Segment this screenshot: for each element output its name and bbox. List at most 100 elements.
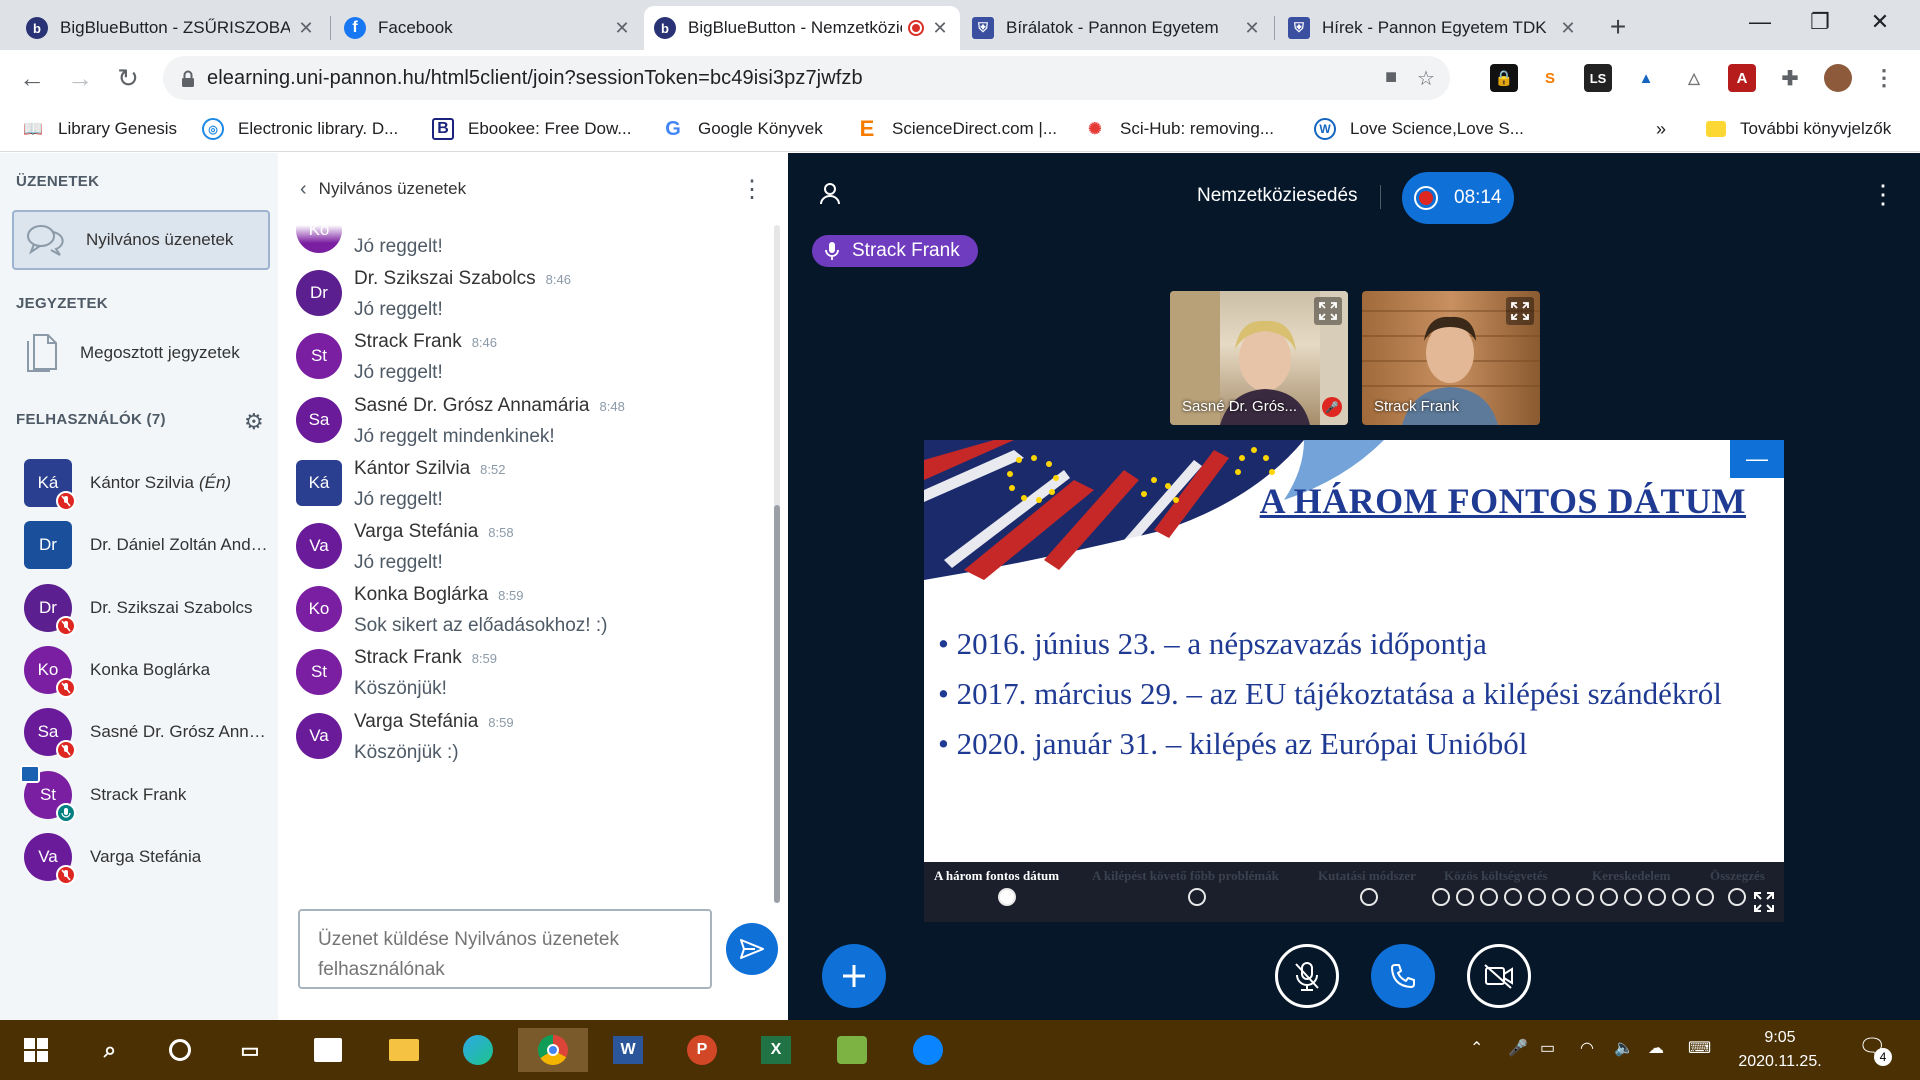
user-list-item[interactable]: Dr Dr. Dániel Zoltán András bbox=[0, 510, 278, 580]
new-tab-button[interactable]: + bbox=[1600, 10, 1636, 46]
bookmark-google-books[interactable]: G Google Könyvek bbox=[662, 114, 823, 144]
user-list-item[interactable]: Ko Konka Boglárka bbox=[0, 635, 278, 705]
bookmark-star-icon[interactable]: ☆ bbox=[1417, 66, 1435, 91]
user-profile-icon[interactable] bbox=[818, 181, 842, 205]
slide-dot[interactable] bbox=[1188, 888, 1206, 906]
slide-dot[interactable] bbox=[1552, 888, 1570, 906]
slide-dot[interactable] bbox=[1696, 888, 1714, 906]
tab-bbb-nemzetkoziesedes[interactable]: b BigBlueButton - Nemzetköziesedés ✕ bbox=[644, 6, 960, 50]
slide-dot[interactable] bbox=[1728, 888, 1746, 906]
meeting-options-icon[interactable]: ⋮ bbox=[1870, 179, 1896, 210]
volume-icon[interactable]: 🔈 bbox=[1614, 1038, 1634, 1058]
close-tab-icon[interactable]: ✕ bbox=[930, 18, 950, 39]
chat-title[interactable]: Nyilvános üzenetek bbox=[319, 179, 466, 199]
close-tab-icon[interactable]: ✕ bbox=[1242, 18, 1262, 39]
address-bar[interactable]: elearning.uni-pannon.hu/html5client/join… bbox=[163, 56, 1450, 100]
close-tab-icon[interactable]: ✕ bbox=[612, 18, 632, 39]
chat-scrollbar[interactable] bbox=[774, 225, 780, 903]
bookmark-more-folder[interactable]: További könyvjelzők bbox=[1706, 114, 1891, 144]
slide-nav-item[interactable]: A három fontos dátum bbox=[934, 868, 1059, 884]
actions-plus-button[interactable] bbox=[822, 944, 886, 1008]
word-icon[interactable]: W bbox=[606, 1028, 650, 1072]
slide-nav-item[interactable]: Kutatási módszer bbox=[1318, 868, 1416, 884]
show-hidden-icons[interactable]: ⌃ bbox=[1470, 1038, 1483, 1058]
back-button[interactable]: ← bbox=[14, 60, 50, 96]
slide-nav-item[interactable]: Összegzés bbox=[1710, 868, 1765, 884]
leave-audio-button[interactable] bbox=[1371, 944, 1435, 1008]
profile-avatar[interactable] bbox=[1824, 64, 1852, 92]
user-list-settings-icon[interactable]: ⚙ bbox=[244, 409, 264, 435]
keyboard-icon[interactable]: ⌨ bbox=[1688, 1038, 1711, 1058]
android-tool-icon[interactable] bbox=[830, 1028, 874, 1072]
slide-dot[interactable] bbox=[1600, 888, 1618, 906]
slide-dot[interactable] bbox=[1504, 888, 1522, 906]
expand-icon[interactable] bbox=[1314, 297, 1342, 325]
tab-bbb-zsuriszoba[interactable]: b BigBlueButton - ZSŰRISZOBA ✕ bbox=[16, 6, 326, 50]
webcam-tile-strack[interactable]: Strack Frank bbox=[1362, 291, 1540, 425]
slide-dot[interactable] bbox=[1456, 888, 1474, 906]
user-list-item[interactable]: Dr Dr. Szikszai Szabolcs bbox=[0, 573, 278, 643]
public-chat-item[interactable]: Nyilvános üzenetek bbox=[12, 210, 270, 270]
clock[interactable]: 9:05 2020.11.25. bbox=[1738, 1026, 1822, 1074]
store-icon[interactable] bbox=[306, 1028, 350, 1072]
reload-button[interactable]: ↻ bbox=[110, 60, 146, 96]
powerpoint-icon[interactable]: P bbox=[680, 1028, 724, 1072]
minimize-button[interactable]: — bbox=[1730, 0, 1790, 44]
slide-dot[interactable] bbox=[1576, 888, 1594, 906]
wifi-icon[interactable]: ◠ bbox=[1580, 1038, 1594, 1058]
slide-nav-item[interactable]: Közös költségvetés bbox=[1444, 868, 1548, 884]
chevron-left-icon[interactable]: ‹ bbox=[300, 178, 307, 201]
extensions-puzzle-icon[interactable]: ✚ bbox=[1776, 64, 1804, 92]
bookmark-ebookee[interactable]: B Ebookee: Free Dow... bbox=[432, 114, 631, 144]
close-tab-icon[interactable]: ✕ bbox=[1558, 18, 1578, 39]
slide-dot[interactable] bbox=[998, 888, 1016, 906]
extension-pdf-icon[interactable]: A bbox=[1728, 64, 1756, 92]
extension-drive-icon[interactable]: △ bbox=[1680, 64, 1708, 92]
bookmark-sciencedirect[interactable]: E ScienceDirect.com |... bbox=[856, 114, 1057, 144]
slide-dot[interactable] bbox=[1624, 888, 1642, 906]
extension-ls-icon[interactable]: LS bbox=[1584, 64, 1612, 92]
slide-dot[interactable] bbox=[1360, 888, 1378, 906]
extension-graduation-icon[interactable]: ▲ bbox=[1632, 64, 1660, 92]
send-message-button[interactable] bbox=[726, 923, 778, 975]
slide-minimize-button[interactable]: — bbox=[1730, 440, 1784, 478]
slide-dot[interactable] bbox=[1672, 888, 1690, 906]
unmute-microphone-button[interactable] bbox=[1275, 944, 1339, 1008]
slide-dot[interactable] bbox=[1432, 888, 1450, 906]
forward-button[interactable]: → bbox=[62, 60, 98, 96]
expand-icon[interactable] bbox=[1506, 297, 1534, 325]
windows-start-icon[interactable] bbox=[14, 1028, 58, 1072]
edge-icon[interactable] bbox=[456, 1028, 500, 1072]
extension-shazam-icon[interactable]: S bbox=[1536, 64, 1564, 92]
close-tab-icon[interactable]: ✕ bbox=[296, 18, 316, 39]
bookmark-electronic-library[interactable]: ◎ Electronic library. D... bbox=[202, 114, 398, 144]
slide-dot[interactable] bbox=[1648, 888, 1666, 906]
user-list-item[interactable]: Va Varga Stefánia bbox=[0, 822, 278, 892]
extension-lock-icon[interactable]: 🔒 bbox=[1490, 64, 1518, 92]
fullscreen-icon[interactable] bbox=[1752, 890, 1776, 914]
webcam-tile-sasne[interactable]: Sasné Dr. Grós... 🎤 bbox=[1170, 291, 1348, 425]
camera-blocked-icon[interactable]: ■ bbox=[1385, 66, 1397, 89]
recording-indicator[interactable]: 08:14 bbox=[1402, 172, 1514, 224]
slide-nav-item[interactable]: A kilépést követő főbb problémák bbox=[1092, 868, 1279, 884]
microphone-tray-icon[interactable]: 🎤 bbox=[1508, 1038, 1528, 1058]
cortana-icon[interactable] bbox=[158, 1028, 202, 1072]
messenger-icon[interactable] bbox=[906, 1028, 950, 1072]
onedrive-icon[interactable]: ☁ bbox=[1648, 1038, 1664, 1058]
slide-nav-item[interactable]: Kereskedelem bbox=[1592, 868, 1670, 884]
search-icon[interactable]: ⌕ bbox=[88, 1028, 132, 1072]
tab-facebook[interactable]: f Facebook ✕ bbox=[334, 6, 642, 50]
share-webcam-button[interactable] bbox=[1467, 944, 1531, 1008]
chat-message-input[interactable] bbox=[298, 909, 712, 989]
action-center-icon[interactable]: 🗨 4 bbox=[1858, 1034, 1892, 1066]
bookmark-library-genesis[interactable]: 📖 Library Genesis bbox=[22, 114, 177, 144]
tab-biralatok[interactable]: ⛨ Bírálatok - Pannon Egyetem ✕ bbox=[962, 6, 1272, 50]
battery-icon[interactable]: ▭ bbox=[1540, 1038, 1555, 1058]
file-explorer-icon[interactable] bbox=[382, 1028, 426, 1072]
bookmark-love-science[interactable]: W Love Science,Love S... bbox=[1314, 114, 1524, 144]
bookmarks-overflow-chevron[interactable]: » bbox=[1656, 114, 1666, 144]
slide-dot[interactable] bbox=[1528, 888, 1546, 906]
restore-button[interactable]: ❐ bbox=[1790, 0, 1850, 44]
user-list-item[interactable]: Ká Kántor Szilvia (Én) bbox=[0, 448, 278, 518]
excel-icon[interactable]: X bbox=[754, 1028, 798, 1072]
